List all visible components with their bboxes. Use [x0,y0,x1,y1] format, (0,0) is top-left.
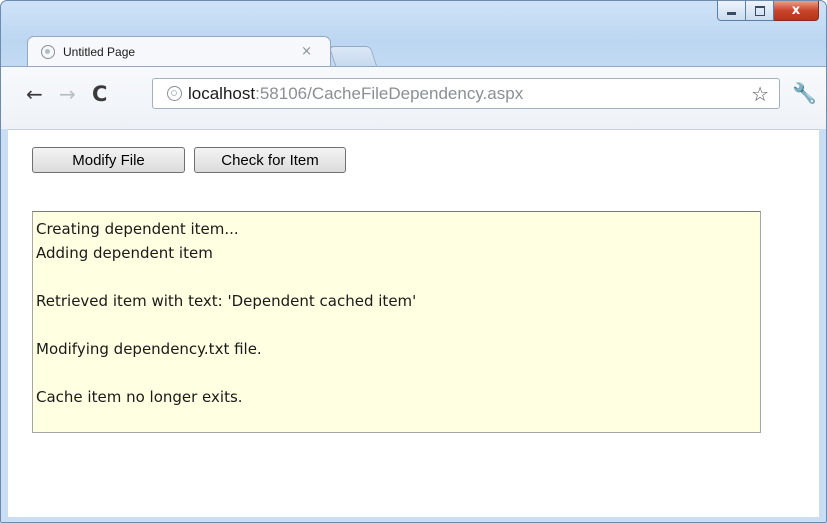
status-log-panel: Creating dependent item... Adding depend… [32,211,761,433]
maximize-button[interactable] [746,1,774,21]
log-spacer [36,265,757,289]
modify-file-button[interactable]: Modify File [32,147,185,173]
browser-window: x Untitled Page × ← → C localhost:58106/… [0,0,827,523]
minimize-icon [727,12,736,15]
back-icon[interactable]: ← [26,84,43,104]
tab-close-icon[interactable]: × [301,44,312,59]
tab-untitled-page[interactable]: Untitled Page × [27,36,331,67]
new-tab-button[interactable] [328,46,378,67]
close-icon: x [791,3,801,18]
log-line: Modifying dependency.txt file. [36,340,262,358]
page-favicon-icon [41,45,55,59]
url-path: :58106/CacheFileDependency.aspx [255,83,524,103]
log-line: Cache item no longer exits. [36,388,243,406]
log-line: Retrieved item with text: 'Dependent cac… [36,292,417,310]
address-bar[interactable]: localhost:58106/CacheFileDependency.aspx… [152,78,780,109]
minimize-button[interactable] [717,1,746,21]
maximize-icon [754,5,765,16]
tab-title: Untitled Page [63,45,136,59]
bookmark-star-icon[interactable]: ☆ [751,82,769,106]
log-line: Adding dependent item [36,244,213,262]
forward-icon: → [59,82,76,106]
reload-icon[interactable]: C [92,84,107,105]
globe-icon [167,86,182,101]
window-caption-buttons: x [717,1,819,21]
browser-toolbar: ← → C localhost:58106/CacheFileDependenc… [1,66,826,129]
check-for-item-button[interactable]: Check for Item [194,147,346,173]
close-window-button[interactable]: x [774,1,819,21]
url-text[interactable]: localhost:58106/CacheFileDependency.aspx [188,84,523,104]
log-spacer [36,313,757,337]
log-line: Creating dependent item... [36,220,239,238]
page-viewport: Modify File Check for Item Creating depe… [8,129,819,517]
url-host: localhost [188,83,256,103]
log-spacer [36,361,757,385]
wrench-icon[interactable]: 🔧 [792,83,817,103]
